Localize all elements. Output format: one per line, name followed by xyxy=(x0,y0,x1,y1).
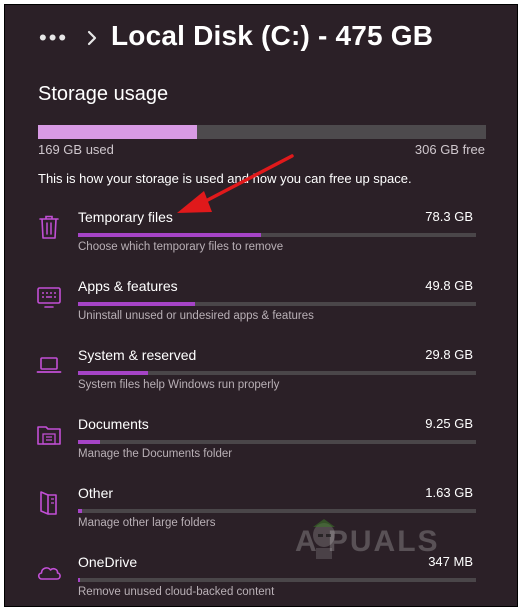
trash-icon xyxy=(39,215,59,239)
watermark-mascot-icon xyxy=(313,519,335,559)
category-temporary-files[interactable]: Temporary files 78.3 GB Choose which tem… xyxy=(5,209,517,273)
category-bar xyxy=(78,578,476,582)
category-bar-fill xyxy=(78,440,100,444)
category-size: 9.25 GB xyxy=(425,416,473,431)
category-description: Choose which temporary files to remove xyxy=(78,241,284,253)
category-bar-fill xyxy=(78,233,262,237)
storage-usage-bar xyxy=(38,125,486,139)
category-bar-fill xyxy=(78,509,82,513)
folder-icon xyxy=(37,426,61,445)
category-description: System files help Windows run properly xyxy=(78,379,280,391)
category-bar-fill xyxy=(78,578,80,582)
category-description: Manage the Documents folder xyxy=(78,448,233,460)
storage-usage-fill xyxy=(38,125,198,139)
laptop-icon xyxy=(36,357,62,373)
category-name: OneDrive xyxy=(78,554,138,570)
category-system-reserved[interactable]: System & reserved 29.8 GB System files h… xyxy=(5,347,517,411)
category-name: Other xyxy=(78,485,114,501)
storage-info-text: This is how your storage is used and how… xyxy=(38,171,412,186)
category-size: 29.8 GB xyxy=(425,347,473,362)
category-other[interactable]: Other 1.63 GB Manage other large folders xyxy=(5,485,517,549)
category-name: Temporary files xyxy=(78,209,173,225)
other-file-icon xyxy=(40,491,57,515)
category-description: Manage other large folders xyxy=(78,517,216,529)
category-bar xyxy=(78,371,476,375)
apps-icon xyxy=(37,287,61,308)
category-bar xyxy=(78,302,476,306)
category-name: Documents xyxy=(78,416,149,432)
category-size: 1.63 GB xyxy=(425,485,473,500)
category-description: Uninstall unused or undesired apps & fea… xyxy=(78,310,314,322)
used-space-label: 169 GB used xyxy=(38,142,114,157)
category-bar-fill xyxy=(78,302,196,306)
category-bar-fill xyxy=(78,371,148,375)
section-title: Storage usage xyxy=(38,83,169,105)
header: ••• Local Disk (C:) - 475 GB xyxy=(5,5,517,75)
category-bar xyxy=(78,440,476,444)
category-size: 78.3 GB xyxy=(425,209,473,224)
category-name: System & reserved xyxy=(78,347,197,363)
page-title: Local Disk (C:) - 475 GB xyxy=(111,20,434,51)
free-space-label: 306 GB free xyxy=(414,142,485,157)
chevron-right-icon xyxy=(87,30,97,46)
cloud-icon xyxy=(37,567,61,580)
storage-window: ••• Local Disk (C:) - 475 GB Storage usa… xyxy=(4,4,518,607)
category-name: Apps & features xyxy=(78,278,178,294)
category-bar xyxy=(78,233,476,237)
category-onedrive[interactable]: OneDrive 347 MB Remove unused cloud-back… xyxy=(5,554,517,606)
more-dots-icon[interactable]: ••• xyxy=(39,27,68,49)
category-description: Remove unused cloud-backed content xyxy=(78,586,275,598)
category-bar xyxy=(78,509,476,513)
category-apps-features[interactable]: Apps & features 49.8 GB Uninstall unused… xyxy=(5,278,517,342)
category-documents[interactable]: Documents 9.25 GB Manage the Documents f… xyxy=(5,416,517,480)
category-size: 49.8 GB xyxy=(425,278,473,293)
